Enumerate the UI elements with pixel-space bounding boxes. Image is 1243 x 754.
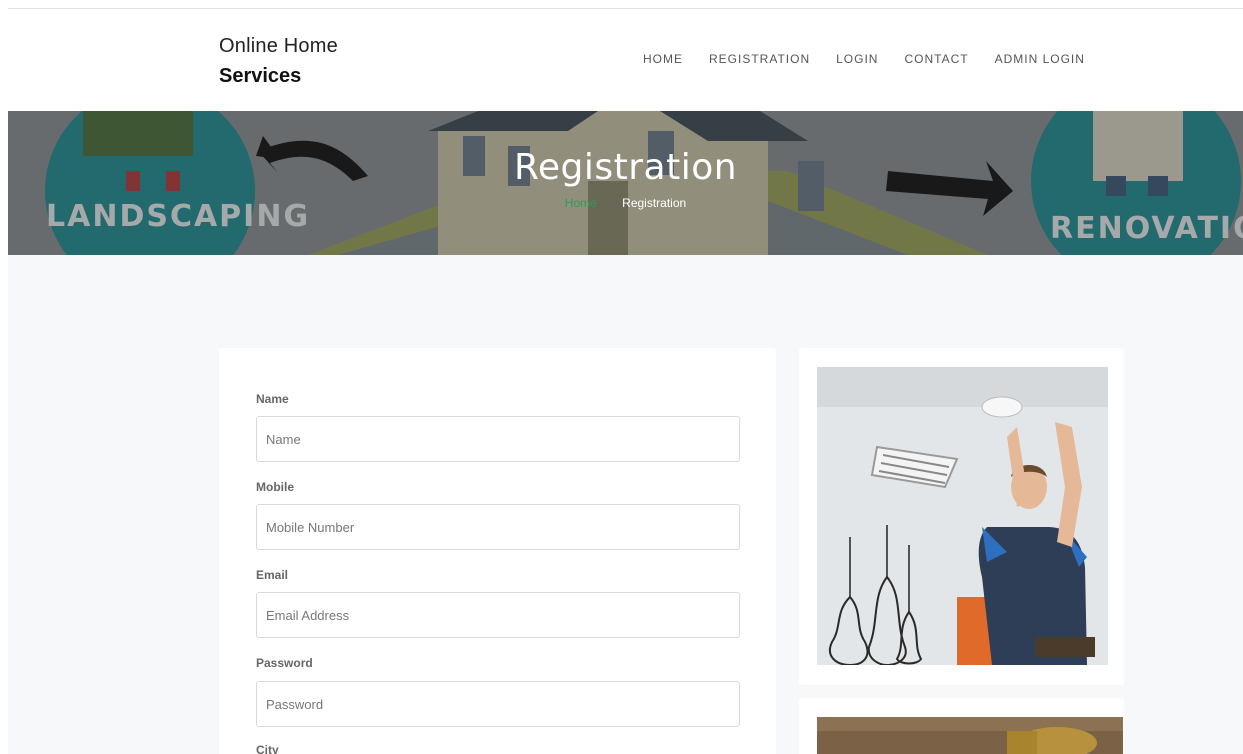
nav-admin-login[interactable]: ADMIN LOGIN <box>995 52 1085 66</box>
breadcrumb-home-link[interactable]: Home <box>565 196 597 210</box>
logo-line-1: Online Home <box>219 35 338 57</box>
nav-login[interactable]: LOGIN <box>836 52 878 66</box>
mobile-input[interactable] <box>256 504 740 550</box>
hero-banner: LANDSCAPING RENOVATION Registration Home… <box>8 111 1243 255</box>
breadcrumb: Home Registration <box>8 196 1243 210</box>
site-logo[interactable]: Online Home Services <box>219 34 338 94</box>
name-label: Name <box>256 392 289 406</box>
password-input[interactable] <box>256 681 740 727</box>
breadcrumb-current: Registration <box>622 196 687 210</box>
nav-registration[interactable]: REGISTRATION <box>709 52 810 66</box>
mobile-label: Mobile <box>256 480 294 494</box>
email-label: Email <box>256 568 289 582</box>
email-input[interactable] <box>256 592 740 638</box>
plumbing-photo <box>817 717 1123 754</box>
city-label: City <box>256 743 279 754</box>
nav-home[interactable]: HOME <box>643 52 683 66</box>
password-label: Password <box>256 656 313 670</box>
top-divider <box>8 8 1243 9</box>
main-nav: HOME REGISTRATION LOGIN CONTACT ADMIN LO… <box>643 52 1111 66</box>
page-title: Registration <box>513 147 738 188</box>
logo-line-2: Services <box>219 65 302 87</box>
name-input[interactable] <box>256 416 740 462</box>
nav-contact[interactable]: CONTACT <box>904 52 968 66</box>
technician-photo <box>817 367 1108 665</box>
